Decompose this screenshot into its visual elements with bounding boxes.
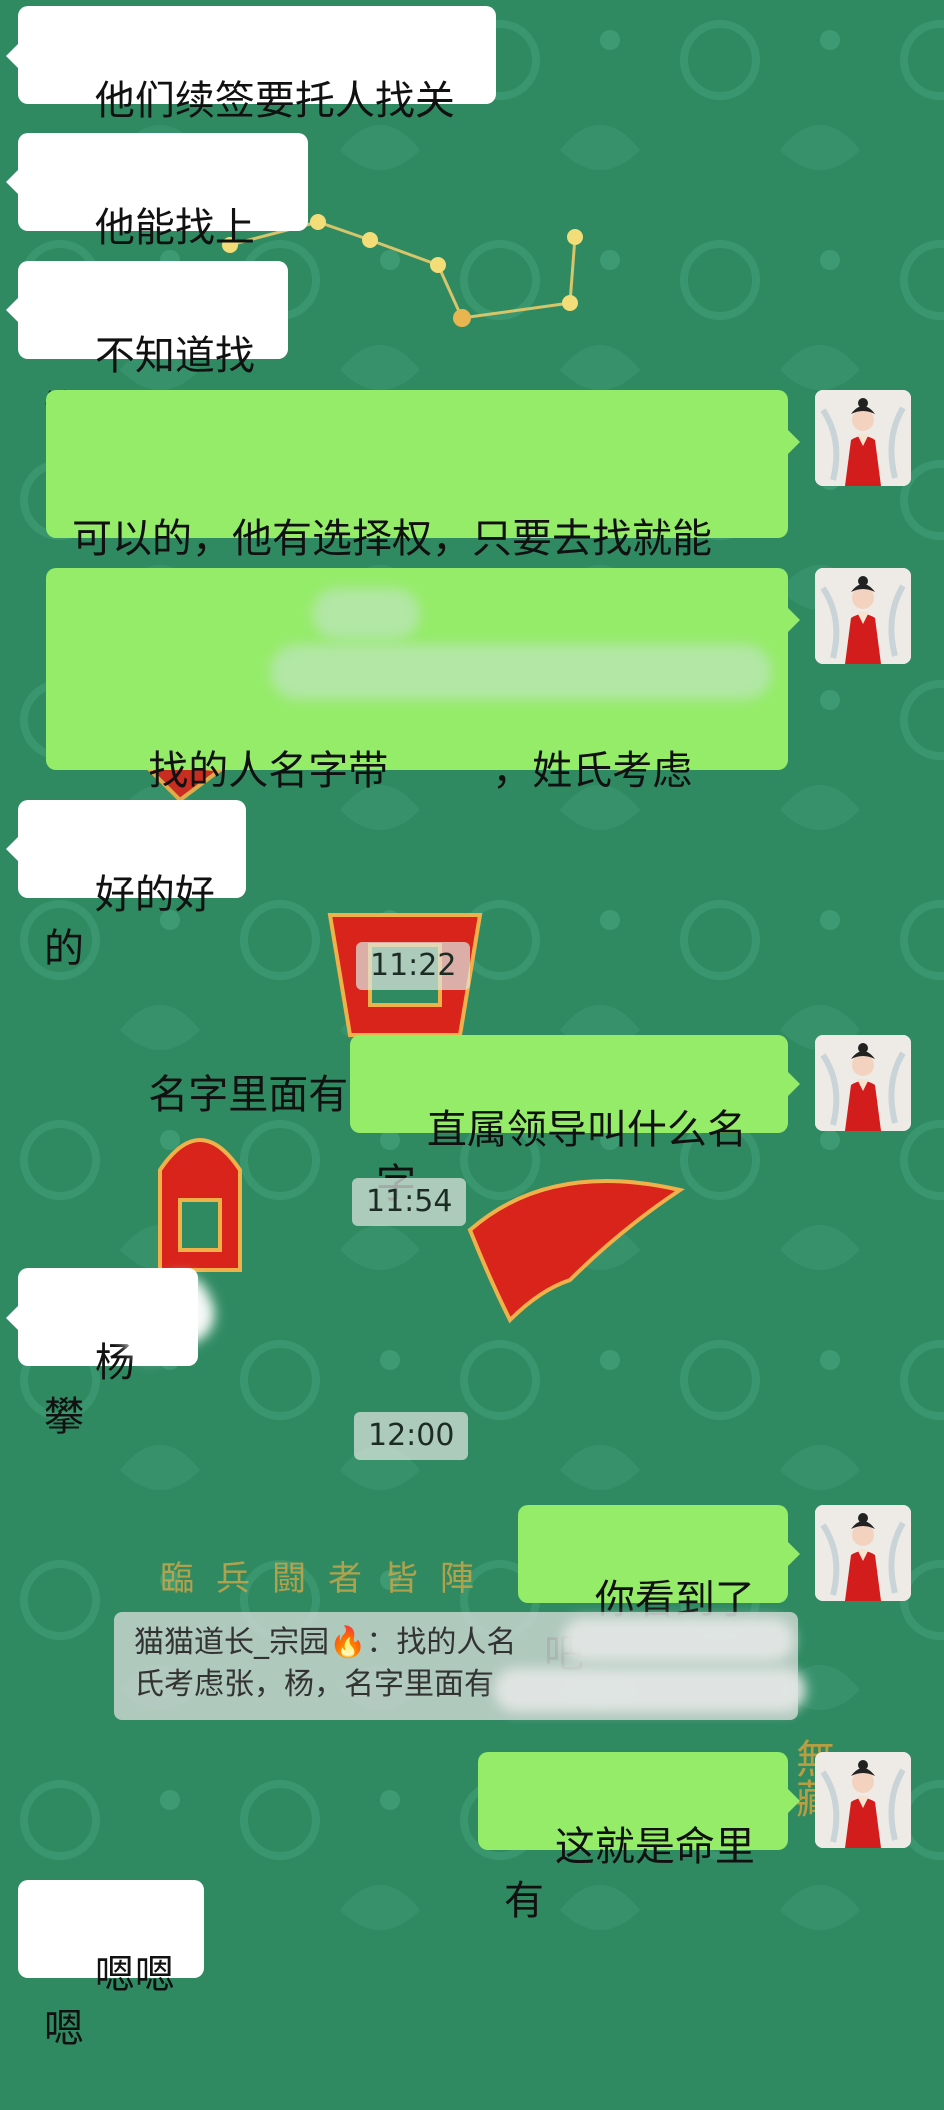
bubble-tail — [6, 1306, 18, 1330]
bubble-tail — [788, 1542, 800, 1566]
fire-icon: 🔥 — [329, 1625, 367, 1660]
avatar-woman-red-dress-icon — [815, 1505, 911, 1601]
bubble-tail — [788, 1789, 800, 1813]
message-bubble[interactable]: 你看到了吧 — [518, 1505, 788, 1677]
bubble-tail — [6, 837, 18, 861]
message-text-segment: 找的人名字带 — [148, 748, 389, 794]
timestamp: 11:54 — [352, 1178, 467, 1226]
avatar[interactable] — [815, 390, 911, 486]
bubble-tail — [6, 298, 18, 322]
bubble-tail — [788, 1072, 800, 1096]
message-text-segment: 名字里面有 — [148, 1072, 349, 1118]
avatar-woman-red-dress-icon — [815, 1752, 911, 1848]
redaction-blur — [562, 1618, 794, 1662]
avatar-woman-red-dress-icon — [815, 568, 911, 664]
background-calligraphy: 臨兵闘者皆陣 — [160, 1559, 496, 1599]
message-text-line: 可以的，他有选择权，只要去找就能 — [72, 516, 712, 562]
quote-separator: ： — [366, 1625, 397, 1660]
avatar[interactable] — [815, 1505, 911, 1601]
avatar[interactable] — [815, 1035, 911, 1131]
timestamp: 11:22 — [356, 942, 471, 990]
avatar[interactable] — [815, 1752, 911, 1848]
bubble-tail — [788, 608, 800, 632]
message-bubble[interactable]: 他们续签要托人找关系 — [18, 6, 496, 178]
message-bubble[interactable]: 好的好的 — [18, 800, 246, 972]
avatar-woman-red-dress-icon — [815, 390, 911, 486]
redaction-blur — [494, 1668, 806, 1712]
message-bubble[interactable]: 不知道找谁 — [18, 261, 288, 433]
avatar[interactable] — [815, 568, 911, 664]
bubble-tail — [788, 430, 800, 454]
message-bubble[interactable]: 嗯嗯嗯 — [18, 1880, 204, 2052]
redaction-blur — [312, 588, 420, 640]
timestamp: 12:00 — [354, 1412, 469, 1460]
bubble-tail — [6, 44, 18, 68]
quote-text: 氏考虑张，杨，名字里面有 — [134, 1667, 494, 1702]
message-bubble[interactable]: 他能找上吗？ — [18, 133, 308, 305]
message-text: 嗯嗯嗯 — [44, 1952, 175, 2052]
message-bubble[interactable]: 直属领导叫什么名字 — [350, 1035, 788, 1207]
message-bubble[interactable]: 可以的，他有选择权，只要去找就能 有。 — [46, 390, 788, 724]
quote-text: 找的人名 — [396, 1625, 517, 1660]
redaction-blur — [270, 644, 772, 700]
bubble-tail — [6, 170, 18, 194]
message-bubble[interactable]: 这就是命里有 — [478, 1752, 788, 1924]
quote-sender: 猫猫道长_宗园 — [134, 1625, 329, 1660]
avatar-woman-red-dress-icon — [815, 1035, 911, 1131]
